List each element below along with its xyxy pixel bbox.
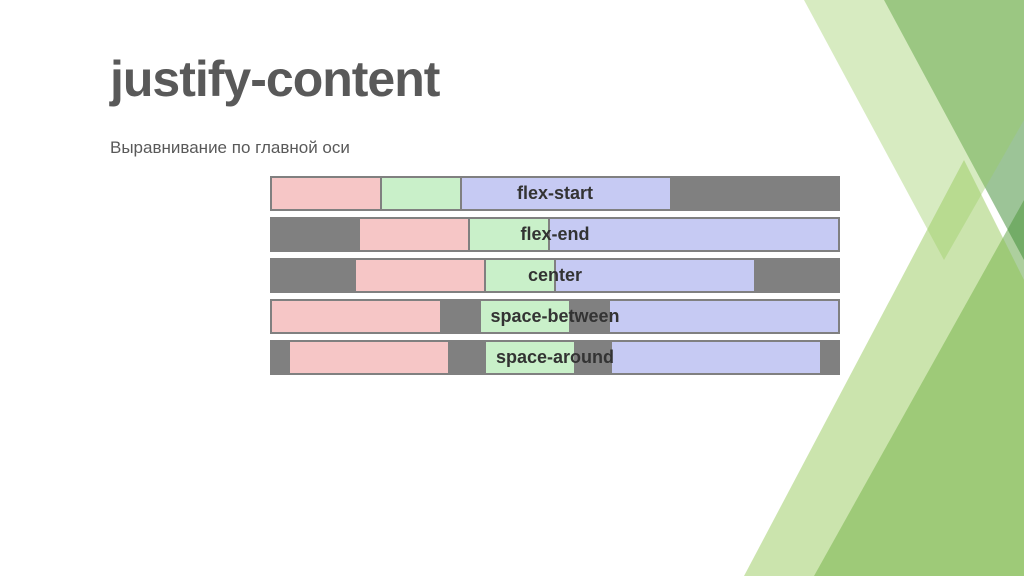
flex-item-2 [485, 259, 555, 292]
page-title: justify-content [110, 50, 870, 108]
content-area: justify-content Выравнивание по главной … [110, 50, 870, 381]
row-space-between: space-between [270, 299, 840, 334]
flex-item-1 [271, 177, 381, 210]
flex-item-3 [549, 218, 839, 251]
slide: justify-content Выравнивание по главной … [0, 0, 1024, 576]
subtitle: Выравнивание по главной оси [110, 138, 870, 158]
row-center: center [270, 258, 840, 293]
flex-item-1 [359, 218, 469, 251]
row-flex-end: flex-end [270, 217, 840, 252]
justify-content-diagram: flex-start flex-end center space-between [270, 176, 840, 375]
flex-item-3 [609, 300, 839, 333]
flex-item-1 [289, 341, 449, 374]
flex-item-2 [469, 218, 549, 251]
row-flex-start: flex-start [270, 176, 840, 211]
flex-item-2 [381, 177, 461, 210]
flex-item-1 [271, 300, 441, 333]
row-space-around: space-around [270, 340, 840, 375]
flex-item-2 [485, 341, 575, 374]
flex-item-2 [480, 300, 570, 333]
flex-item-3 [461, 177, 671, 210]
flex-item-3 [611, 341, 821, 374]
flex-item-3 [555, 259, 755, 292]
flex-item-1 [355, 259, 485, 292]
